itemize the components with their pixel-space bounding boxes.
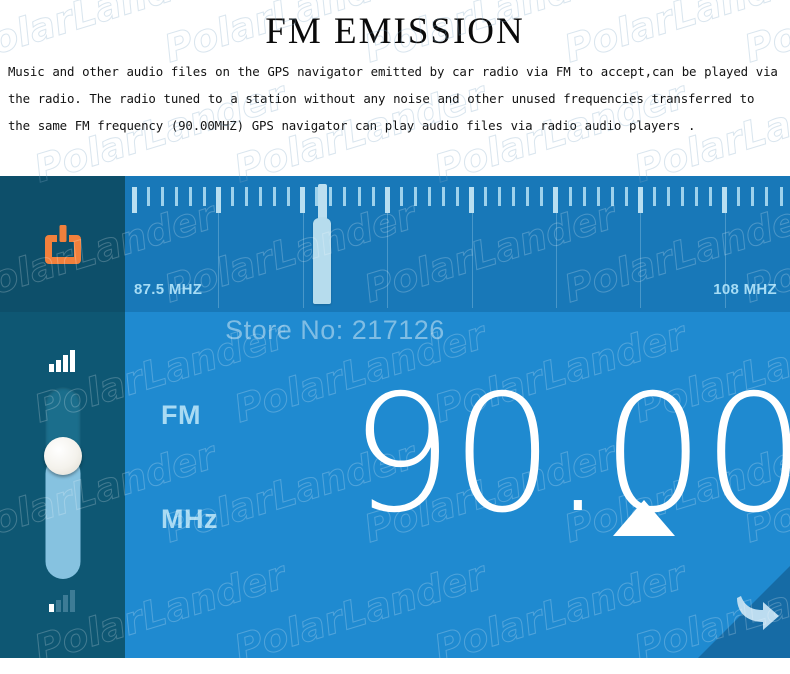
tuner-tick — [737, 187, 741, 206]
tuner-tick — [413, 187, 417, 206]
tuner-tick — [624, 187, 628, 206]
tuner-tick — [765, 187, 769, 206]
frequency-up-arrow-icon[interactable] — [613, 500, 675, 536]
tuner-tick — [540, 187, 544, 206]
tuner-tick-major — [300, 187, 306, 213]
tuner-tick-major — [553, 187, 559, 213]
tuner-tick — [174, 187, 178, 206]
description-text: Music and other audio files on the GPS n… — [8, 64, 778, 133]
tuner-min-label: 87.5 MHZ — [134, 281, 203, 298]
tuner-tick — [610, 187, 614, 206]
tuner-tick — [202, 187, 206, 206]
sidebar-volume-section — [0, 312, 125, 658]
tuner-tick — [526, 187, 530, 206]
tuner-tick — [427, 187, 431, 206]
back-icon — [737, 596, 779, 630]
frequency-tuner-strip[interactable]: 87.5 MHZ 108 MHZ — [125, 176, 790, 312]
tuner-tick — [666, 187, 670, 206]
tuner-tick — [357, 187, 361, 206]
tuner-tick — [582, 187, 586, 206]
tuner-tick-guide — [555, 213, 557, 308]
page-title: FM EMISSION — [265, 11, 525, 52]
tuner-tick-major — [384, 187, 390, 213]
tuner-tick-guide — [302, 213, 304, 308]
tuner-tick — [596, 187, 600, 206]
tuner-tick-major — [131, 187, 137, 213]
tuner-tick — [751, 187, 755, 206]
tuner-tick — [498, 187, 502, 206]
volume-slider[interactable] — [45, 387, 80, 579]
power-icon[interactable] — [39, 220, 87, 268]
tuner-needle[interactable] — [312, 184, 331, 304]
tuner-tick-major — [215, 187, 221, 213]
sidebar-power-section — [0, 176, 125, 313]
signal-bars-icon — [48, 350, 77, 374]
tuner-tick — [568, 187, 572, 206]
tuner-tick — [399, 187, 403, 206]
sidebar — [0, 176, 125, 658]
footer-strip — [0, 658, 790, 674]
tuner-tick — [695, 187, 699, 206]
tuner-tick-guide — [640, 213, 642, 308]
tuner-tick — [343, 187, 347, 206]
tuner-tick — [230, 187, 234, 206]
tuner-tick — [441, 187, 445, 206]
tuner-tick — [371, 187, 375, 206]
unit-label: MHz — [161, 504, 218, 534]
tuner-tick — [484, 187, 488, 206]
tuner-tick-guide — [471, 213, 473, 308]
store-number-watermark: Store No: 217126 — [225, 315, 445, 345]
volume-slider-knob[interactable] — [43, 437, 82, 475]
tuner-tick-guide — [387, 213, 389, 308]
tuner-tick — [160, 187, 164, 206]
tuner-tick — [709, 187, 713, 206]
tuner-tick — [273, 187, 277, 206]
back-button[interactable] — [698, 566, 790, 658]
tuner-tick — [456, 187, 459, 206]
tuner-tick-major — [637, 187, 643, 213]
tuner-tick — [287, 187, 291, 206]
radio-device-panel: 87.5 MHZ 108 MHZ Store No: 217126 FM MHz… — [0, 176, 790, 658]
frequency-display: Store No: 217126 FM MHz 90.00 — [125, 312, 790, 658]
signal-bars-low-icon — [48, 590, 77, 614]
tuner-tick — [681, 187, 685, 206]
tuner-tick — [146, 187, 150, 206]
tuner-tick — [512, 187, 516, 206]
tuner-tick — [188, 187, 192, 206]
tuner-max-label: 108 MHZ — [713, 281, 777, 298]
tuner-tick — [652, 187, 656, 206]
tuner-tick-major — [469, 187, 475, 213]
tuner-tick-guide — [218, 213, 220, 308]
tuner-needle-body — [312, 218, 331, 304]
tuner-tick — [245, 187, 249, 206]
band-label: FM — [161, 400, 201, 430]
tuner-tick — [779, 187, 783, 206]
tuner-tick — [259, 187, 263, 206]
tuner-tick-major — [722, 187, 728, 213]
frequency-value: 90.00 — [350, 361, 790, 549]
header-block: FM EMISSION Music and other audio files … — [0, 0, 790, 176]
tuner-tick-marks — [125, 187, 790, 308]
